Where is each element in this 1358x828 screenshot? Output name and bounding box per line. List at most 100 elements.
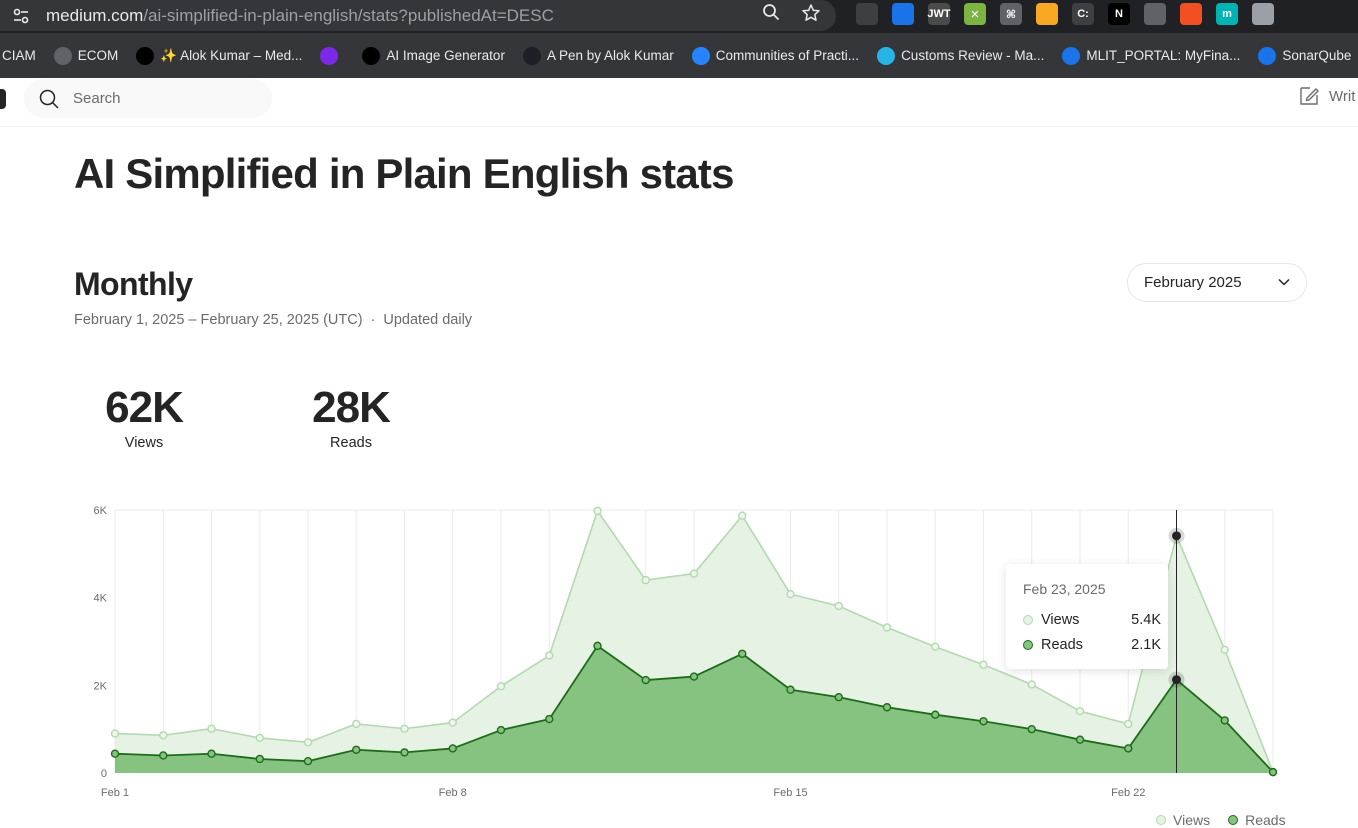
write-button[interactable]: Writ bbox=[1298, 85, 1355, 107]
openai-icon bbox=[362, 46, 381, 65]
views-highlight-point bbox=[1172, 531, 1181, 541]
reads-point bbox=[689, 672, 699, 681]
bookmark-wifi[interactable]: MLIT_PORTAL: MyFina... bbox=[1062, 46, 1240, 65]
bookmark-label: ECOM bbox=[77, 48, 119, 63]
reads-highlight-point bbox=[1172, 675, 1181, 685]
chevron-down-icon bbox=[1278, 278, 1290, 286]
reads-dot-icon bbox=[1023, 639, 1033, 650]
bookmark-medium[interactable]: ✨ Alok Kumar – Med... bbox=[136, 46, 302, 65]
reads-point bbox=[303, 756, 313, 766]
search-input[interactable]: Search bbox=[73, 90, 121, 107]
reads-point bbox=[834, 692, 843, 702]
bookmark-sonar[interactable]: SonarQube bbox=[1258, 46, 1352, 65]
y-tick-label: 6K bbox=[94, 505, 108, 517]
write-icon bbox=[1300, 87, 1319, 105]
codepen-icon bbox=[522, 46, 541, 65]
m-ext-icon[interactable]: m bbox=[1216, 3, 1238, 25]
browser-toolbar: medium.com/ai-simplified-in-plain-englis… bbox=[0, 0, 1358, 33]
views-point bbox=[207, 724, 216, 733]
confluence-icon bbox=[691, 46, 710, 65]
reads-point bbox=[400, 748, 409, 757]
reads-point bbox=[1075, 735, 1085, 744]
code-ext-icon[interactable]: C: bbox=[1072, 3, 1094, 25]
views-point bbox=[882, 623, 892, 632]
views-point bbox=[545, 651, 554, 660]
sonar-icon bbox=[1258, 46, 1277, 65]
bookmark-star[interactable]: Customs Review - Ma... bbox=[877, 46, 1044, 65]
month-selected: February 2025 bbox=[1144, 274, 1242, 291]
search-icon bbox=[39, 89, 59, 109]
site-info-icon[interactable] bbox=[8, 3, 34, 29]
bookmark-openai[interactable]: AI Image Generator bbox=[362, 46, 505, 65]
tool-ext-icon[interactable]: ✕ bbox=[964, 3, 986, 25]
update-note: Updated daily bbox=[383, 312, 473, 328]
balloon-ext-icon[interactable] bbox=[1036, 3, 1058, 25]
reads-point bbox=[1220, 716, 1229, 725]
views-point bbox=[738, 511, 747, 520]
lens-ext-icon[interactable] bbox=[856, 3, 878, 25]
wifi-icon bbox=[1062, 46, 1081, 65]
reads-label: Reads bbox=[330, 435, 372, 451]
tooltip-views-row: Views 5.4K bbox=[1023, 607, 1168, 632]
views-point bbox=[1027, 680, 1036, 689]
reads-point bbox=[110, 749, 120, 758]
x-tick-label: Feb 8 bbox=[439, 787, 467, 799]
vue-ext-icon[interactable] bbox=[1252, 3, 1274, 25]
views-point bbox=[1124, 719, 1133, 729]
views-point bbox=[834, 601, 843, 611]
date-range: February 1, 2025 – February 25, 2025 (UT… bbox=[74, 312, 472, 328]
address-bar[interactable]: medium.com/ai-simplified-in-plain-englis… bbox=[0, 0, 836, 31]
search-box[interactable]: Search bbox=[24, 79, 272, 118]
globe-icon bbox=[53, 46, 72, 65]
bookmark-label: SonarQube bbox=[1282, 48, 1352, 63]
reads-point bbox=[1027, 724, 1036, 734]
views-dot-icon bbox=[1023, 614, 1033, 625]
notion-ext-icon[interactable]: N bbox=[1108, 3, 1130, 25]
jwt-ext-icon[interactable]: JWT bbox=[927, 3, 951, 25]
bookmark-star-icon[interactable] bbox=[800, 3, 822, 28]
bulb-ext-icon[interactable] bbox=[1144, 3, 1166, 25]
views-point bbox=[159, 731, 168, 740]
tooltip-date: Feb 23, 2025 bbox=[1023, 581, 1106, 597]
bookmark-globe[interactable]: ECOM bbox=[53, 46, 119, 65]
bookmark-label: CIAM bbox=[2, 48, 36, 63]
reads-point bbox=[159, 751, 168, 760]
screenshot-ext-icon[interactable] bbox=[892, 3, 914, 25]
bookmark-canva[interactable] bbox=[320, 46, 344, 65]
microsoft-ext-icon[interactable] bbox=[1180, 3, 1202, 25]
legend-item-views[interactable]: Views bbox=[1156, 812, 1210, 828]
reads-point bbox=[207, 749, 216, 758]
legend-item-reads[interactable]: Reads bbox=[1228, 812, 1286, 828]
views-point bbox=[110, 729, 120, 738]
views-total: 62K bbox=[105, 383, 184, 432]
y-tick-label: 4K bbox=[94, 593, 108, 605]
canva-icon bbox=[320, 46, 339, 65]
x-tick-label: Feb 1 bbox=[101, 787, 129, 799]
views-point bbox=[689, 569, 699, 578]
reads-point bbox=[738, 649, 747, 658]
bookmarks-bar: CIAM ECOM ✨ Alok Kumar – Med... AI Image Ge… bbox=[0, 33, 1358, 78]
zoom-icon[interactable] bbox=[760, 3, 782, 28]
tooltip-reads-label: Reads bbox=[1041, 636, 1083, 653]
bookmark-confluence[interactable]: Communities of Practi... bbox=[691, 46, 859, 65]
url-path: /ai-simplified-in-plain-english/stats?pu… bbox=[143, 5, 554, 25]
views-point bbox=[400, 724, 409, 733]
medium-icon bbox=[136, 46, 155, 65]
tooltip-reads-row: Reads 2.1K bbox=[1023, 632, 1168, 657]
site-header: Search Writ bbox=[0, 78, 1358, 127]
views-point bbox=[303, 738, 313, 747]
y-tick-label: 0 bbox=[101, 768, 107, 780]
command-ext-icon[interactable]: ⌘ bbox=[1000, 3, 1022, 25]
month-dropdown[interactable]: February 2025 bbox=[1127, 263, 1307, 302]
page-title: AI Simplified in Plain English stats bbox=[74, 150, 734, 197]
bookmark-label: A Pen by Alok Kumar bbox=[546, 48, 674, 63]
views-point bbox=[1075, 706, 1085, 716]
views-point bbox=[352, 719, 361, 729]
bookmark-bookmark[interactable]: CIAM bbox=[2, 48, 36, 63]
medium-logo[interactable] bbox=[0, 89, 6, 109]
write-label: Writ bbox=[1329, 87, 1356, 105]
bookmark-codepen[interactable]: A Pen by Alok Kumar bbox=[522, 46, 674, 65]
views-stat: 62K Views bbox=[64, 383, 224, 451]
date-range-text: February 1, 2025 – February 25, 2025 (UT… bbox=[74, 312, 363, 328]
reads-point bbox=[786, 685, 795, 694]
